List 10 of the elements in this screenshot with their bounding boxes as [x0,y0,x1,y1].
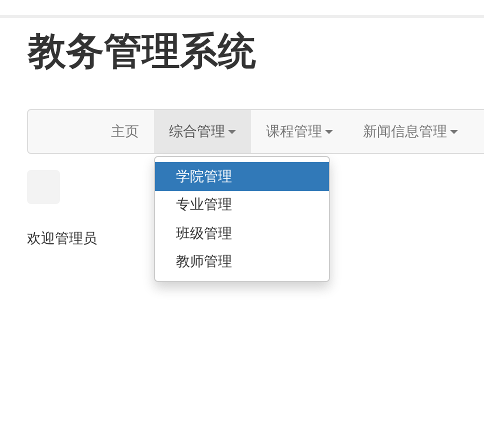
nav-item[interactable]: 课程管理 [251,110,348,153]
nav-item[interactable]: 主页 [96,110,154,153]
nav-item[interactable]: 新闻信息管理 [348,110,473,153]
page-title: 教务管理系统 [28,30,256,75]
menu-item[interactable]: 班级管理 [155,219,329,248]
nav-item[interactable]: 综合管理 [154,110,251,153]
menu-item[interactable]: 专业管理 [155,190,329,219]
welcome-text: 欢迎管理员 [27,229,97,248]
menu-item[interactable]: 学院管理 [155,162,329,190]
menu-item[interactable]: 教师管理 [155,248,329,276]
